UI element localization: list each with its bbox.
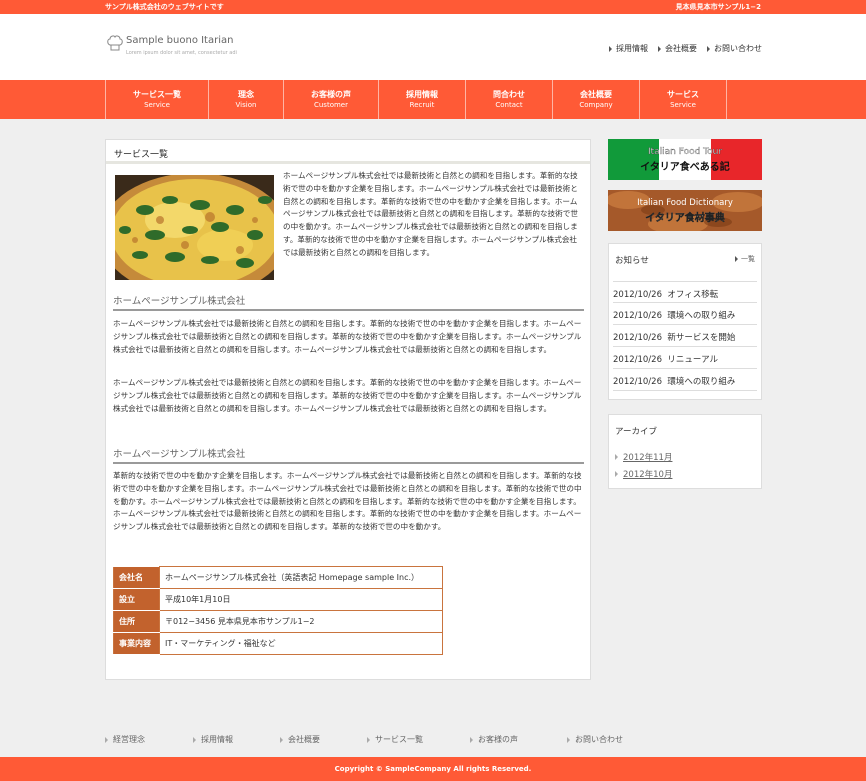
chef-hat-icon <box>107 35 123 51</box>
arrow-right-icon <box>367 736 370 743</box>
section-1-paragraph-2: ホームページサンプル株式会社では最新技術と自然との調和を目指します。革新的な技術… <box>113 378 582 413</box>
section-heading-1: ホームページサンプル株式会社 <box>113 293 584 311</box>
arrow-right-icon <box>615 454 618 460</box>
arrow-right-icon <box>615 471 618 477</box>
nav-item-company[interactable]: 会社概要 Company <box>553 80 640 119</box>
arrow-right-icon <box>735 256 738 262</box>
arrow-right-icon <box>658 45 661 52</box>
banner-title-en: Italian Food Tour <box>648 147 722 157</box>
logo-name: Sample buono Itarian <box>126 35 234 46</box>
table-row: 設立 平成10年1月10日 <box>113 588 443 611</box>
main-content: サービス一覧 ホームページサンプル株式会社では最新技術と自然との調和を目指します… <box>105 139 591 680</box>
table-key: 事業内容 <box>113 632 160 655</box>
table-key: 設立 <box>113 588 160 611</box>
logo-subtitle: Lorem ipsum dolor sit amet, consectetur … <box>126 50 237 56</box>
nav-item-vision[interactable]: 理念 Vision <box>209 80 284 119</box>
site-tagline: サンプル株式会社のウェブサイトです <box>105 3 224 11</box>
table-value: ホームページサンプル株式会社（英語表記 Homepage sample Inc.… <box>159 566 443 589</box>
site-logo[interactable]: Sample buono Itarian Lorem ipsum dolor s… <box>107 32 247 62</box>
footer-nav-contact[interactable]: お問い合わせ <box>567 734 623 745</box>
footer-nav-company[interactable]: 会社概要 <box>280 734 320 745</box>
food-dictionary-banner-icon: Italian Food Dictionary イタリア食材事典 <box>608 190 762 231</box>
nav-item-service[interactable]: サービス一覧 Service <box>106 80 209 119</box>
pizza-image <box>115 175 274 280</box>
arrow-right-icon <box>707 45 710 52</box>
footer-copyright: Copyright © SampleCompany All rights Res… <box>0 757 866 781</box>
pizza-illustration <box>115 175 274 280</box>
archive-link[interactable]: 2012年10月 <box>615 468 672 480</box>
header-nav-company[interactable]: 会社概要 <box>658 43 697 54</box>
news-item[interactable]: 2012/10/26 環境への取り組み <box>613 369 757 391</box>
footer-nav-recruit[interactable]: 採用情報 <box>193 734 233 745</box>
archive-title: アーカイブ <box>615 427 657 437</box>
intro-text: ホームページサンプル株式会社では最新技術と自然との調和を目指します。革新的な技術… <box>283 171 578 257</box>
arrow-right-icon <box>609 45 612 52</box>
news-title: お知らせ <box>615 256 649 266</box>
section-2-paragraph-1: 革新的な技術で世の中を動かす企業を目指します。ホームページサンプル株式会社では最… <box>113 471 582 532</box>
table-value: 平成10年1月10日 <box>159 588 443 611</box>
banner-italian-food-dictionary[interactable]: Italian Food Dictionary イタリア食材事典 <box>608 190 762 231</box>
arrow-right-icon <box>193 736 196 743</box>
news-more-link[interactable]: 一覧 <box>735 254 755 264</box>
archive-box: アーカイブ 2012年11月 2012年10月 <box>608 414 762 489</box>
news-item[interactable]: 2012/10/26 新サービスを開始 <box>613 325 757 347</box>
news-item[interactable]: 2012/10/26 環境への取り組み <box>613 303 757 325</box>
italian-flag-banner-icon: Italian Food Tour イタリア食べある記 <box>608 139 762 180</box>
news-item[interactable]: 2012/10/26 オフィス移転 <box>613 281 757 303</box>
banner-title-jp: イタリア食材事典 <box>645 211 725 224</box>
company-info-table: 会社名 ホームページサンプル株式会社（英語表記 Homepage sample I… <box>113 566 443 655</box>
banner-title-en: Italian Food Dictionary <box>637 198 733 208</box>
header-nav: 採用情報 会社概要 お問い合わせ <box>609 43 762 54</box>
banner-italian-food-tour[interactable]: Italian Food Tour イタリア食べある記 <box>608 139 762 180</box>
news-box: お知らせ 一覧 2012/10/26 オフィス移転 2012/10/26 環境へ… <box>608 243 762 400</box>
nav-item-customer[interactable]: お客様の声 Customer <box>284 80 379 119</box>
arrow-right-icon <box>567 736 570 743</box>
banner-title-jp: イタリア食べある記 <box>640 160 730 173</box>
footer-nav-customer[interactable]: お客様の声 <box>470 734 518 745</box>
top-address: 見本県見本市サンプル1−2 <box>675 3 761 11</box>
section-1-paragraph-1: ホームページサンプル株式会社では最新技術と自然との調和を目指します。革新的な技術… <box>113 319 582 354</box>
header-nav-recruit[interactable]: 採用情報 <box>609 43 648 54</box>
table-row: 会社名 ホームページサンプル株式会社（英語表記 Homepage sample I… <box>113 566 443 589</box>
archive-link[interactable]: 2012年11月 <box>615 451 672 463</box>
page-title: サービス一覧 <box>106 140 590 164</box>
table-row: 住所 〒012−3456 見本県見本市サンプル1−2 <box>113 610 443 633</box>
table-value: 〒012−3456 見本県見本市サンプル1−2 <box>159 610 443 633</box>
top-bar: サンプル株式会社のウェブサイトです 見本県見本市サンプル1−2 <box>0 0 866 14</box>
site-header: Sample buono Itarian Lorem ipsum dolor s… <box>0 14 866 80</box>
table-key: 住所 <box>113 610 160 633</box>
arrow-right-icon <box>105 736 108 743</box>
section-heading-2: ホームページサンプル株式会社 <box>113 446 584 464</box>
footer-nav: 経営理念 採用情報 会社概要 サービス一覧 お客様の声 お問い合わせ <box>105 734 745 746</box>
table-row: 事業内容 IT・マーケティング・福祉など <box>113 632 443 655</box>
nav-item-recruit[interactable]: 採用情報 Recruit <box>379 80 466 119</box>
global-nav: サービス一覧 Service 理念 Vision お客様の声 Customer 採用情… <box>0 80 866 119</box>
arrow-right-icon <box>280 736 283 743</box>
header-nav-contact[interactable]: お問い合わせ <box>707 43 762 54</box>
arrow-right-icon <box>470 736 473 743</box>
nav-item-service-2[interactable]: サービス Service <box>640 80 727 119</box>
table-key: 会社名 <box>113 566 160 589</box>
footer-nav-vision[interactable]: 経営理念 <box>105 734 145 745</box>
table-value: IT・マーケティング・福祉など <box>159 632 443 655</box>
news-item[interactable]: 2012/10/26 リニューアル <box>613 347 757 369</box>
footer-nav-service[interactable]: サービス一覧 <box>367 734 423 745</box>
nav-item-contact[interactable]: 問合わせ Contact <box>466 80 553 119</box>
